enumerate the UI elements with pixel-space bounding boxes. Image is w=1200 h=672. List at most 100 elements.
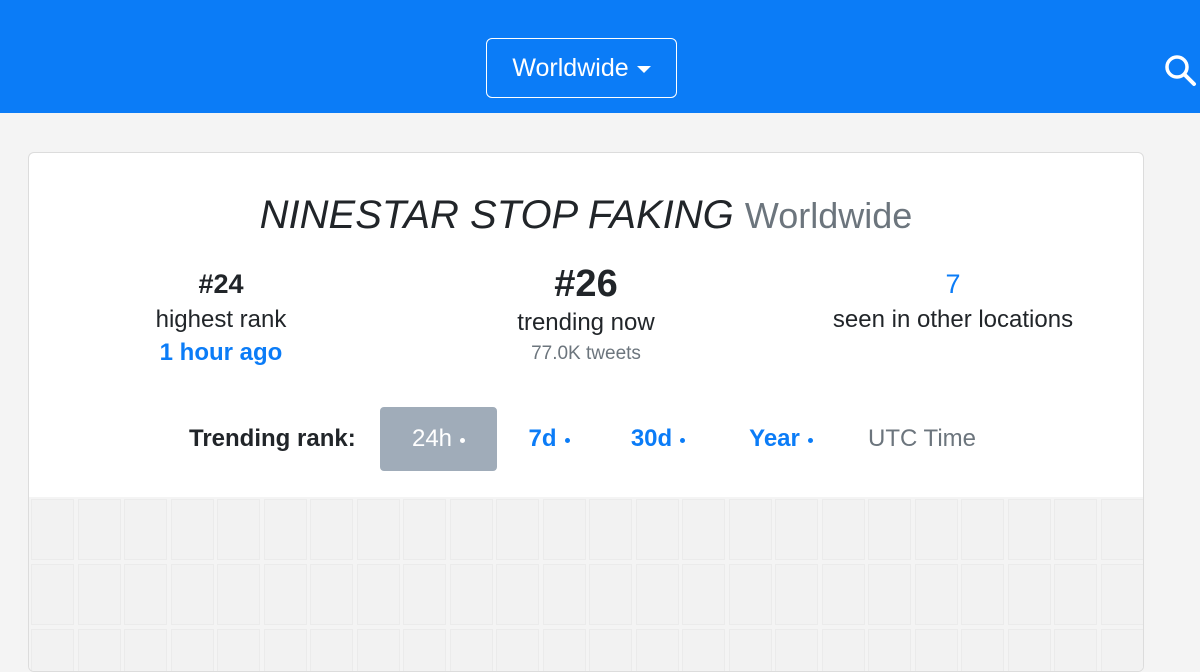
heatmap-cell (31, 499, 74, 560)
navbar: Worldwide (0, 0, 1200, 113)
highest-rank-label: highest rank (155, 306, 287, 333)
heatmap-cell (310, 564, 353, 625)
heatmap-cell (821, 564, 865, 625)
heatmap-cell (496, 629, 539, 671)
heatmap-cell (124, 499, 167, 560)
trend-title: NINESTAR STOP FAKING Worldwide (29, 189, 1143, 242)
trending-now-value: #26 (554, 263, 618, 305)
heatmap-cell (1007, 499, 1051, 560)
heatmap-cell (496, 564, 539, 625)
other-locations-label: seen in other locations (832, 306, 1074, 333)
range-selector: Trending rank: 24h 7d 30d Year UTC Time (29, 407, 1143, 473)
heatmap-cell (821, 499, 865, 560)
heatmap-cell (310, 499, 353, 560)
heatmap-cell (77, 629, 121, 671)
trend-location: Worldwide (744, 195, 913, 236)
heatmap-cell (1100, 499, 1143, 560)
heatmap-cell (682, 564, 725, 625)
heatmap-cell (961, 499, 1004, 560)
highest-rank-time-link[interactable]: 1 hour ago (121, 338, 321, 368)
range-option-label: 30d (630, 425, 673, 452)
heatmap-cell (542, 499, 586, 560)
heatmap-cell (635, 564, 679, 625)
heatmap-cell (449, 564, 493, 625)
rank-heatmap (29, 497, 1143, 671)
trend-name: NINESTAR STOP FAKING (259, 193, 734, 237)
range-option-year[interactable]: Year (731, 407, 831, 471)
heatmap-cell (1007, 564, 1051, 625)
range-option-30d[interactable]: 30d (613, 407, 703, 471)
location-dropdown-label: Worldwide (512, 53, 629, 82)
heatmap-cell (310, 629, 353, 671)
search-icon (1165, 55, 1196, 86)
heatmap-cell (635, 499, 679, 560)
other-locations-count-link[interactable]: 7 (793, 266, 1113, 302)
heatmap-cell (775, 629, 818, 671)
heatmap-cell (449, 629, 493, 671)
heatmap-cell (403, 564, 446, 625)
heatmap-cell (1054, 499, 1097, 560)
range-option-7d[interactable]: 7d (509, 407, 589, 471)
heatmap-cell (263, 629, 307, 671)
stat-trending-now: #26 trending now 77.0K tweets (486, 261, 686, 369)
heatmap-cell (170, 499, 214, 560)
dot-icon (460, 437, 466, 443)
heatmap-cell (635, 629, 679, 671)
heatmap-cell (1054, 629, 1097, 671)
heatmap-cell (775, 499, 818, 560)
heatmap-cell (31, 564, 74, 625)
heatmap-cell (356, 499, 400, 560)
dot-icon (807, 437, 813, 443)
heatmap-cell (914, 499, 958, 560)
heatmap-cell (868, 499, 911, 560)
heatmap-cell (821, 629, 865, 671)
heatmap-cell (403, 629, 446, 671)
heatmap-cell (170, 564, 214, 625)
timezone-label: UTC Time (868, 425, 976, 452)
heatmap-cell (77, 499, 121, 560)
heatmap-cell (263, 499, 307, 560)
heatmap-cell (217, 564, 260, 625)
heatmap-cell (589, 629, 632, 671)
dot-icon (564, 437, 570, 443)
stat-other-locations: 7 seen in other locations (793, 266, 1113, 338)
heatmap-cell (682, 629, 725, 671)
heatmap-cell (31, 629, 74, 671)
tweet-count: 77.0K tweets (531, 343, 641, 364)
heatmap-cell (542, 564, 586, 625)
highest-rank-value: #24 (198, 269, 244, 299)
heatmap-cell (728, 629, 772, 671)
heatmap-cell (728, 499, 772, 560)
trending-now-label: trending now (517, 309, 655, 336)
heatmap-cell (589, 499, 632, 560)
heatmap-cell (961, 564, 1004, 625)
heatmap-cell (403, 499, 446, 560)
range-option-24h[interactable]: 24h (380, 407, 497, 471)
location-dropdown[interactable]: Worldwide (486, 38, 677, 98)
heatmap-cell (1054, 564, 1097, 625)
stat-highest-rank: #24 highest rank 1 hour ago (121, 266, 321, 368)
heatmap-cell (775, 564, 818, 625)
heatmap-cell (124, 629, 167, 671)
range-option-label: 24h (411, 425, 453, 452)
heatmap-cell (217, 629, 260, 671)
range-option-label: Year (749, 425, 800, 452)
heatmap-cell (496, 499, 539, 560)
heatmap-cell (728, 564, 772, 625)
heatmap-cell (77, 564, 121, 625)
heatmap-cell (356, 629, 400, 671)
heatmap-cell (914, 629, 958, 671)
heatmap-cell (1100, 564, 1143, 625)
range-option-label: 7d (528, 425, 557, 452)
heatmap-cell (542, 629, 586, 671)
heatmap-cell (914, 564, 958, 625)
trend-card: NINESTAR STOP FAKING Worldwide #24 highe… (28, 152, 1144, 672)
heatmap-cell (170, 629, 214, 671)
heatmap-cell (449, 499, 493, 560)
search-button[interactable] (1160, 50, 1200, 90)
range-label: Trending rank: (189, 425, 356, 452)
dot-icon (680, 437, 686, 443)
caret-down-icon (636, 65, 651, 73)
heatmap-cell (868, 629, 911, 671)
heatmap-cell (356, 564, 400, 625)
